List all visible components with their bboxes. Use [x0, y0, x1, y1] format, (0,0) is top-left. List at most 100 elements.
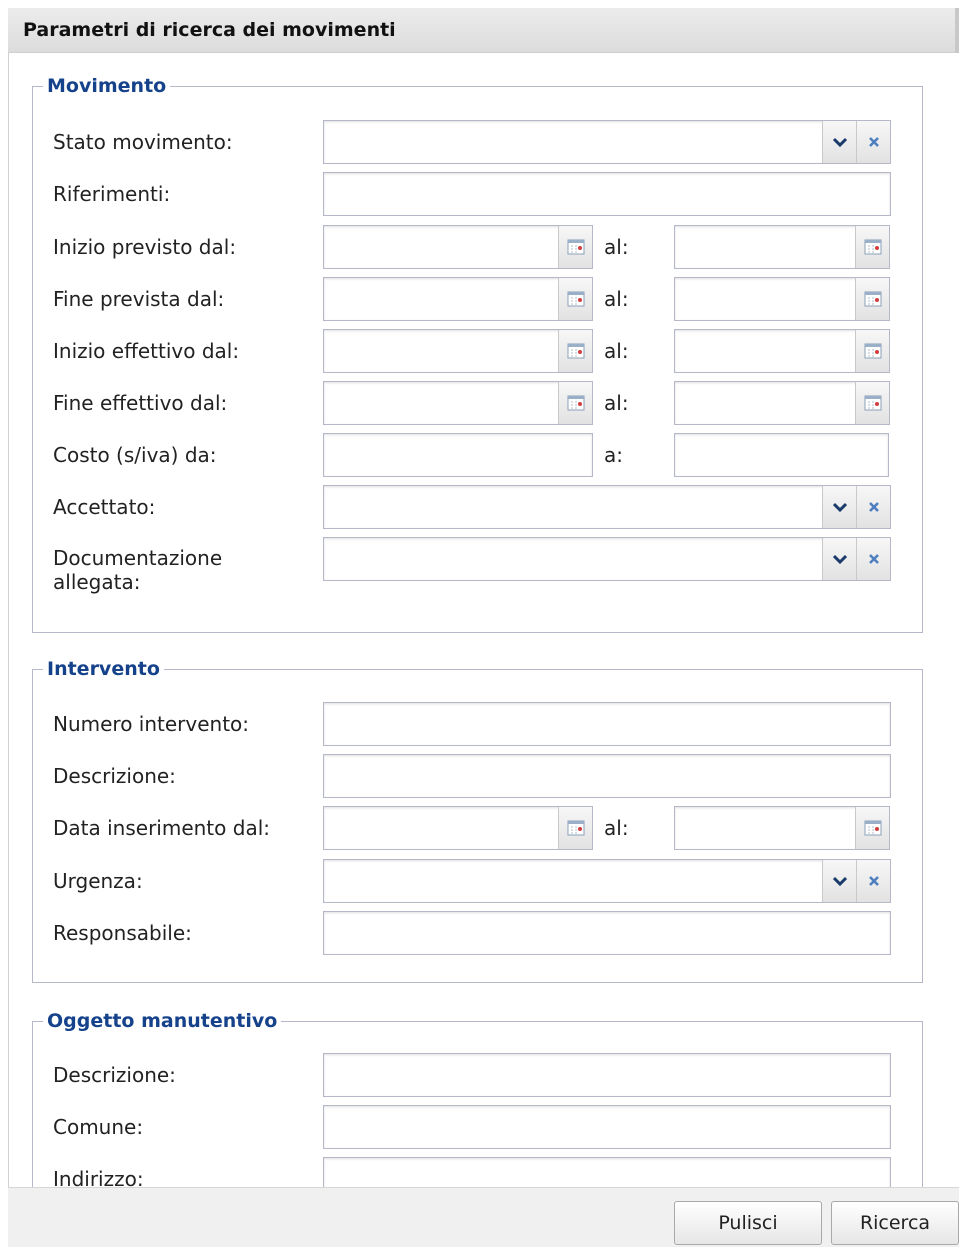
pulisci-button[interactable]: Pulisci [674, 1201, 822, 1245]
responsabile-label: Responsabile: [53, 921, 192, 945]
costo-to-input[interactable] [675, 434, 888, 476]
comune-label: Comune: [53, 1115, 144, 1139]
inizio-effettivo-from-field[interactable] [323, 329, 593, 373]
inizio-previsto-from-input[interactable] [324, 226, 592, 268]
fine-effettivo-label: Fine effettivo dal: [53, 391, 228, 415]
urgenza-combo[interactable] [323, 859, 891, 903]
fine-prevista-label: Fine prevista dal: [53, 287, 225, 311]
data-inserimento-to-field[interactable] [674, 806, 890, 850]
responsabile-input[interactable] [324, 912, 890, 954]
inizio-effettivo-from-input[interactable] [324, 330, 592, 372]
calendar-icon [567, 291, 584, 307]
accettato-input[interactable] [324, 486, 890, 528]
panel-left-border [8, 53, 9, 1187]
data-inserimento-label: Data inserimento dal: [53, 816, 270, 840]
urgenza-dropdown-trigger[interactable] [822, 860, 856, 902]
stato-movimento-dropdown-trigger[interactable] [822, 121, 856, 163]
fine-prevista-from-field[interactable] [323, 277, 593, 321]
fine-prevista-from-input[interactable] [324, 278, 592, 320]
urgenza-input[interactable] [324, 860, 890, 902]
clear-x-icon [868, 502, 879, 512]
clear-x-icon [868, 554, 879, 564]
accettato-clear-trigger[interactable] [856, 486, 890, 528]
costo-a-label: a: [604, 443, 623, 467]
header-edge [955, 8, 959, 53]
search-panel: Parametri di ricerca dei movimenti Movim… [0, 0, 959, 1247]
stato-movimento-input[interactable] [324, 121, 890, 163]
fine-effettivo-from-field[interactable] [323, 381, 593, 425]
costo-label: Costo (s/iva) da: [53, 443, 217, 467]
oggetto-descrizione-field[interactable] [323, 1053, 891, 1097]
riferimenti-label: Riferimenti: [53, 182, 171, 206]
costo-from-input[interactable] [324, 434, 592, 476]
documentazione-clear-trigger[interactable] [856, 538, 890, 580]
fine-effettivo-to-calendar-trigger[interactable] [855, 382, 889, 424]
clear-x-icon [868, 137, 879, 147]
inizio-effettivo-to-field[interactable] [674, 329, 890, 373]
costo-from-field[interactable] [323, 433, 593, 477]
riferimenti-input[interactable] [324, 173, 890, 215]
documentazione-input[interactable] [324, 538, 890, 580]
comune-input[interactable] [324, 1106, 890, 1148]
fine-effettivo-from-input[interactable] [324, 382, 592, 424]
intervento-descrizione-label: Descrizione: [53, 764, 176, 788]
chevron-down-icon [832, 876, 847, 886]
inizio-previsto-to-field[interactable] [674, 225, 890, 269]
calendar-icon [864, 291, 881, 307]
data-inserimento-from-field[interactable] [323, 806, 593, 850]
panel-header: Parametri di ricerca dei movimenti [8, 8, 959, 53]
numero-intervento-input[interactable] [324, 703, 890, 745]
fine-prevista-al-label: al: [604, 287, 629, 311]
clear-x-icon [868, 876, 879, 886]
inizio-previsto-label: Inizio previsto dal: [53, 235, 237, 259]
intervento-descrizione-field[interactable] [323, 754, 891, 798]
oggetto-descrizione-label: Descrizione: [53, 1063, 176, 1087]
fine-effettivo-to-field[interactable] [674, 381, 890, 425]
urgenza-label: Urgenza: [53, 869, 143, 893]
inizio-effettivo-to-calendar-trigger[interactable] [855, 330, 889, 372]
legend-movimento: Movimento [47, 75, 167, 97]
calendar-icon [567, 343, 584, 359]
intervento-descrizione-input[interactable] [324, 755, 890, 797]
inizio-previsto-from-field[interactable] [323, 225, 593, 269]
documentazione-dropdown-trigger[interactable] [822, 538, 856, 580]
urgenza-clear-trigger[interactable] [856, 860, 890, 902]
calendar-icon [567, 820, 584, 836]
calendar-icon [567, 395, 584, 411]
accettato-dropdown-trigger[interactable] [822, 486, 856, 528]
documentazione-combo[interactable] [323, 537, 891, 581]
calendar-icon [567, 239, 584, 255]
oggetto-descrizione-input[interactable] [324, 1054, 890, 1096]
inizio-effettivo-al-label: al: [604, 339, 629, 363]
ricerca-button[interactable]: Ricerca [831, 1201, 959, 1245]
fine-prevista-to-calendar-trigger[interactable] [855, 278, 889, 320]
calendar-icon [864, 820, 881, 836]
stato-movimento-clear-trigger[interactable] [856, 121, 890, 163]
calendar-icon [864, 343, 881, 359]
riferimenti-field[interactable] [323, 172, 891, 216]
stato-movimento-combo[interactable] [323, 120, 891, 164]
chevron-down-icon [832, 502, 847, 512]
inizio-effettivo-label: Inizio effettivo dal: [53, 339, 240, 363]
costo-to-field[interactable] [674, 433, 889, 477]
fine-effettivo-from-calendar-trigger[interactable] [558, 382, 592, 424]
fine-effettivo-al-label: al: [604, 391, 629, 415]
inizio-previsto-from-calendar-trigger[interactable] [558, 226, 592, 268]
fine-prevista-to-field[interactable] [674, 277, 890, 321]
data-inserimento-from-calendar-trigger[interactable] [558, 807, 592, 849]
fine-prevista-from-calendar-trigger[interactable] [558, 278, 592, 320]
accettato-combo[interactable] [323, 485, 891, 529]
inizio-previsto-al-label: al: [604, 235, 629, 259]
inizio-effettivo-from-calendar-trigger[interactable] [558, 330, 592, 372]
responsabile-field[interactable] [323, 911, 891, 955]
numero-intervento-field[interactable] [323, 702, 891, 746]
chevron-down-icon [832, 137, 847, 147]
data-inserimento-from-input[interactable] [324, 807, 592, 849]
data-inserimento-to-calendar-trigger[interactable] [855, 807, 889, 849]
legend-intervento: Intervento [47, 658, 160, 680]
inizio-previsto-to-calendar-trigger[interactable] [855, 226, 889, 268]
calendar-icon [864, 239, 881, 255]
comune-field[interactable] [323, 1105, 891, 1149]
calendar-icon [864, 395, 881, 411]
numero-intervento-label: Numero intervento: [53, 712, 250, 736]
